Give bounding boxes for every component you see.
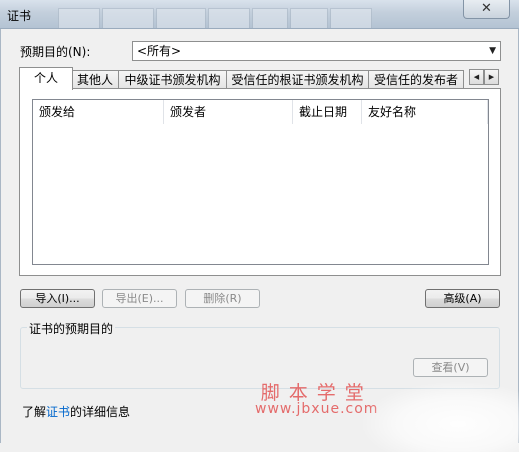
learn-more-text: 了解证书的详细信息 bbox=[22, 405, 131, 419]
tab-label: 受信任的发布者 bbox=[373, 73, 458, 87]
advanced-button[interactable]: 高级(A) bbox=[425, 289, 500, 308]
window-title: 证书 bbox=[7, 9, 32, 23]
background-tab bbox=[102, 8, 154, 28]
background-tab bbox=[156, 8, 206, 28]
background-tab bbox=[208, 8, 250, 28]
background-tab bbox=[330, 8, 372, 28]
close-icon: ✕ bbox=[481, 1, 492, 16]
title-bar: 证书 ✕ bbox=[0, 0, 519, 29]
certificate-purposes-label: 证书的预期目的 bbox=[27, 320, 116, 337]
tab-panel: 颁发给 颁发者 截止日期 友好名称 bbox=[19, 88, 501, 276]
column-header-issued-to[interactable]: 颁发给 bbox=[33, 100, 164, 124]
background-tab bbox=[58, 8, 100, 28]
watermark-title: 脚本学堂 bbox=[260, 382, 373, 404]
tab-intermediate-ca[interactable]: 中级证书颁发机构 bbox=[118, 70, 227, 89]
purpose-selected-value: <所有> bbox=[137, 44, 182, 58]
tab-strip: 个人 其他人 中级证书颁发机构 受信任的根证书颁发机构 受信任的发布者 ◀ ▶ bbox=[19, 67, 501, 90]
watermark: 脚本学堂 www.jbxue.com bbox=[255, 382, 379, 418]
close-button[interactable]: ✕ bbox=[463, 0, 510, 19]
column-header-issued-by[interactable]: 颁发者 bbox=[164, 100, 293, 124]
remove-button[interactable]: 删除(R) bbox=[185, 289, 260, 308]
view-button[interactable]: 查看(V) bbox=[413, 358, 488, 377]
tab-trusted-publishers[interactable]: 受信任的发布者 bbox=[368, 70, 464, 89]
tab-scroll-left-button[interactable]: ◀ bbox=[469, 69, 484, 85]
tab-label: 其他人 bbox=[76, 73, 113, 87]
corner-glow bbox=[362, 382, 519, 452]
import-button[interactable]: 导入(I)... bbox=[20, 289, 95, 308]
purpose-dropdown[interactable]: <所有> ▼ bbox=[132, 41, 501, 61]
column-header-friendly-name[interactable]: 友好名称 bbox=[362, 100, 488, 124]
background-tab bbox=[252, 8, 288, 28]
column-header-expiration-date[interactable]: 截止日期 bbox=[293, 100, 362, 124]
background-tab bbox=[290, 8, 328, 28]
dropdown-arrow-icon: ▼ bbox=[489, 46, 496, 56]
tab-label: 受信任的根证书颁发机构 bbox=[231, 73, 364, 87]
tab-label: 个人 bbox=[33, 71, 58, 85]
watermark-url: www.jbxue.com bbox=[255, 401, 379, 417]
chevron-right-icon: ▶ bbox=[488, 73, 495, 81]
certificate-list[interactable]: 颁发给 颁发者 截止日期 友好名称 bbox=[32, 99, 489, 265]
tab-trusted-root-ca[interactable]: 受信任的根证书颁发机构 bbox=[226, 70, 369, 89]
tab-other-people[interactable]: 其他人 bbox=[71, 70, 119, 89]
tab-label: 中级证书颁发机构 bbox=[124, 73, 221, 87]
purpose-label: 预期目的(N): bbox=[20, 45, 91, 59]
chevron-left-icon: ◀ bbox=[473, 73, 480, 81]
tab-scroll-right-button[interactable]: ▶ bbox=[484, 69, 499, 85]
export-button[interactable]: 导出(E)... bbox=[102, 289, 177, 308]
tab-personal[interactable]: 个人 bbox=[19, 67, 73, 90]
certificate-help-link[interactable]: 证书 bbox=[46, 405, 70, 419]
